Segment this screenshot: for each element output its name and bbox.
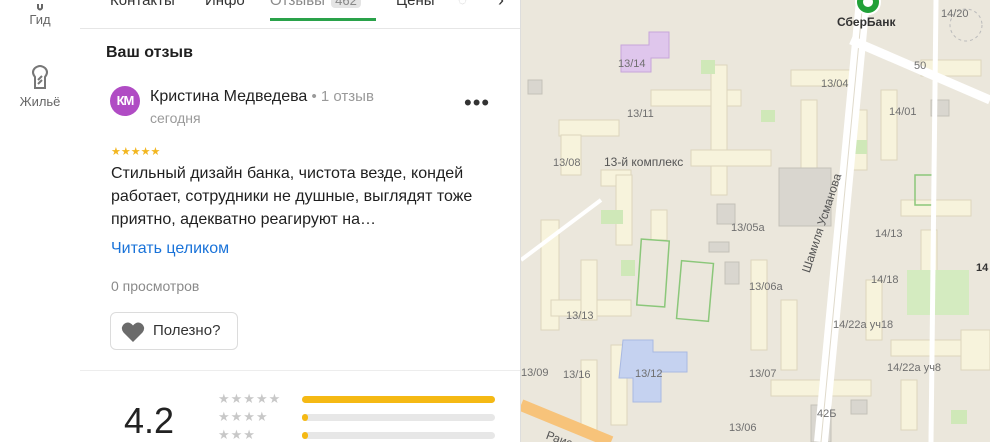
map-building-label: 13/06 — [729, 422, 757, 434]
map-building-label: 14/13 — [875, 228, 903, 240]
overall-rating: 4.2 — [124, 400, 175, 441]
place-panel: Контакты Инфо Отзывы 462 Цены ◌ › Ваш от… — [80, 0, 521, 442]
map-building-label: 14/20 — [941, 8, 969, 20]
tab-contacts[interactable]: Контакты — [110, 0, 175, 9]
tab-more-icon[interactable]: ◌ — [458, 0, 467, 9]
useful-label: Полезно? — [153, 322, 221, 339]
review-author[interactable]: Кристина Медведева • 1 отзыв — [150, 88, 374, 106]
chevron-right-icon[interactable]: › — [498, 0, 504, 11]
distribution-stars: ★★★ — [218, 427, 256, 442]
heart-icon — [121, 321, 145, 348]
review-date: сегодня — [150, 110, 201, 126]
rail-item-guide[interactable]: Гид — [0, 0, 80, 27]
tab-reviews-label: Отзывы — [270, 0, 325, 9]
guide-icon — [27, 0, 53, 11]
map-building-label: 13/13 — [566, 310, 594, 322]
map-building-label: 13/11 — [627, 108, 654, 120]
map-building-label: 14/01 — [889, 106, 917, 118]
read-more-link[interactable]: Читать целиком — [111, 240, 229, 258]
rail-item-label: Жильё — [19, 94, 61, 109]
author-name[interactable]: Кристина Медведева — [150, 88, 307, 105]
left-rail: Гид Жильё — [0, 0, 81, 442]
author-review-count: • 1 отзыв — [307, 88, 374, 105]
review-views: 0 просмотров — [111, 278, 200, 294]
active-tab-indicator — [270, 18, 376, 21]
distribution-fill — [302, 414, 308, 421]
tab-bar: Контакты Инфо Отзывы 462 Цены ◌ › — [80, 0, 520, 29]
distribution-stars: ★★★★ — [218, 409, 269, 424]
map-building-label: 14/22а уч18 — [833, 319, 894, 331]
distribution-stars: ★★★★★ — [218, 391, 282, 406]
map-building-label: 13/16 — [563, 369, 591, 381]
map-building-label: 42Б — [817, 408, 837, 420]
avatar[interactable]: КМ — [110, 86, 140, 116]
distribution-fill — [302, 432, 308, 439]
distribution-bar — [302, 414, 495, 421]
rail-item-label: Гид — [29, 12, 51, 27]
map-building-label: 13/08 — [553, 157, 581, 169]
section-title: Ваш отзыв — [106, 44, 193, 61]
map-canvas[interactable]: СберБанк 13-й комплекс Шамиля Усманова Р… — [521, 0, 990, 442]
map-building-label: 13/12 — [635, 368, 663, 380]
tab-prices[interactable]: Цены — [396, 0, 435, 9]
distribution-fill — [302, 396, 495, 403]
map-building-label: 14/22а уч8 — [887, 362, 942, 374]
map-building-label: 13/07 — [749, 368, 777, 380]
divider — [80, 370, 520, 371]
distribution-bar — [302, 396, 495, 403]
map-building-label: 14/18 — [871, 274, 899, 286]
map-district-label: 13-й комплекс — [604, 155, 684, 169]
housing-icon — [27, 64, 53, 90]
reviews-count-badge: 462 — [331, 0, 361, 8]
tab-info[interactable]: Инфо — [205, 0, 245, 9]
review-rating-stars: ★★★★★ — [111, 146, 161, 158]
map-building-label: 50 — [914, 60, 927, 72]
rail-item-housing[interactable]: Жильё — [0, 64, 80, 109]
useful-button[interactable]: Полезно? — [110, 312, 238, 350]
more-options-icon[interactable]: ••• — [464, 90, 490, 116]
map-building-label: 13/05а — [731, 222, 765, 234]
distribution-bar — [302, 432, 495, 439]
map-building-label: 14 — [976, 262, 989, 274]
map-building-label: 13/14 — [618, 58, 646, 70]
map-building-label: 13/09 — [521, 367, 549, 379]
map-building-label: 13/06а — [749, 281, 783, 293]
tab-reviews[interactable]: Отзывы 462 — [270, 0, 361, 9]
map-building-label: 13/04 — [821, 78, 849, 90]
review-text: Стильный дизайн банка, чистота везде, ко… — [111, 165, 473, 228]
map-poi-sberbank[interactable]: СберБанк — [837, 15, 895, 29]
